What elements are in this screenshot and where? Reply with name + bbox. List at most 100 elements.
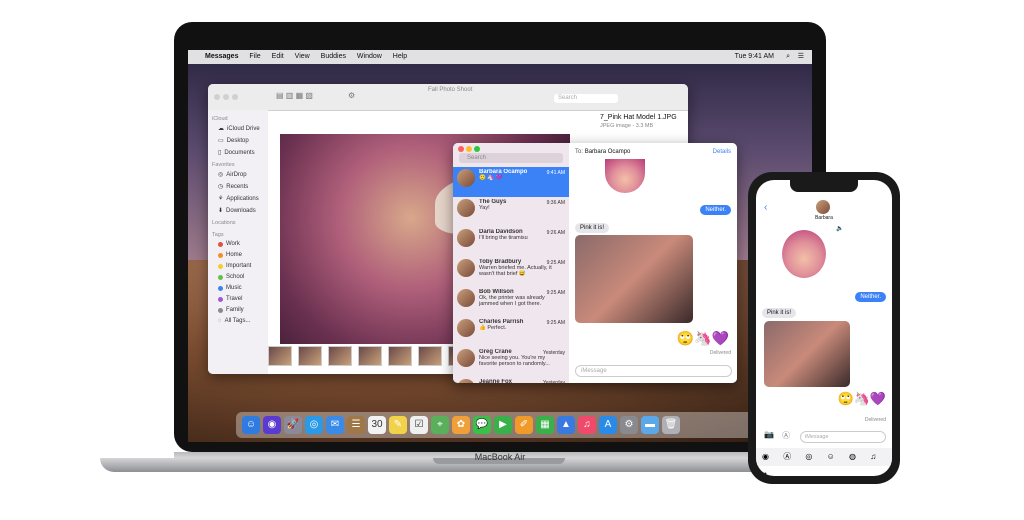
thumbnail[interactable] <box>268 346 292 366</box>
messages-search-input[interactable]: Search <box>459 153 563 163</box>
sidebar-item-applications[interactable]: ⚘ Applications <box>218 195 268 203</box>
app-store-icon[interactable]: Ⓐ <box>782 430 790 441</box>
conversation-row[interactable]: The Guys Yay! 9:36 AM <box>453 197 569 227</box>
conversation-row[interactable]: Toby Bradbury Warren briefed me. Actually… <box>453 257 569 287</box>
calendar-icon[interactable]: 30 <box>368 416 386 434</box>
minimize-button[interactable] <box>466 146 472 152</box>
sidebar-tag-family[interactable]: Family <box>218 307 268 313</box>
conversation-row[interactable]: Greg Crane Nice seeing you. You're my fav… <box>453 347 569 377</box>
mail-icon[interactable]: ✉ <box>326 416 344 434</box>
facetime-icon[interactable]: ▶ <box>494 416 512 434</box>
system-preferences-icon[interactable]: ⚙ <box>620 416 638 434</box>
menu-edit[interactable]: Edit <box>272 53 284 60</box>
messages-icon[interactable]: 💬 <box>473 416 491 434</box>
thumbnail[interactable] <box>298 346 322 366</box>
macbook-label: MacBook Air <box>474 452 526 462</box>
zoom-button[interactable] <box>232 94 238 100</box>
safari-icon[interactable]: ◎ <box>305 416 323 434</box>
zoom-button[interactable] <box>474 146 480 152</box>
avatar <box>457 319 475 337</box>
pages-icon[interactable]: ✐ <box>515 416 533 434</box>
close-button[interactable] <box>458 146 464 152</box>
notification-center-icon[interactable]: ☰ <box>798 50 804 64</box>
action-gear-icon[interactable]: ⚙ <box>348 91 355 100</box>
folder-icon[interactable]: ▬ <box>641 416 659 434</box>
launchpad-icon[interactable]: 🚀 <box>284 416 302 434</box>
menu-file[interactable]: File <box>249 53 260 60</box>
sidebar-tag-important[interactable]: Important <box>218 263 268 269</box>
keynote-icon[interactable]: ▲ <box>557 416 575 434</box>
contacts-icon[interactable]: ☰ <box>347 416 365 434</box>
thumbnail[interactable] <box>358 346 382 366</box>
thumbnail[interactable] <box>388 346 412 366</box>
menu-view[interactable]: View <box>295 53 310 60</box>
sidebar-item-airdrop[interactable]: ◎ AirDrop <box>218 171 268 179</box>
sidebar-tag-music[interactable]: Music <box>218 285 268 291</box>
camera-icon[interactable]: 📷 <box>764 430 774 439</box>
thumbnail[interactable] <box>328 346 352 366</box>
sidebar-item-recents[interactable]: ◷ Recents <box>218 183 268 191</box>
sidebar-item-documents[interactable]: ▯ Documents <box>218 149 268 157</box>
conversation-row[interactable]: Bob Willson Ok, the printer was already j… <box>453 287 569 317</box>
message-input[interactable]: iMessage <box>575 365 732 377</box>
conversation-time: 9:25 AM <box>546 320 565 326</box>
maps-icon[interactable]: ⌖ <box>431 416 449 434</box>
conversation-row[interactable]: Darla Davidson I'll bring the tiramisu 9:2… <box>453 227 569 257</box>
message-input[interactable]: iMessage <box>800 431 886 443</box>
avatar[interactable] <box>816 200 830 214</box>
finder-search-input[interactable]: Search <box>554 94 618 103</box>
app-store-icon[interactable]: A <box>599 416 617 434</box>
to-field: To: Barbara Ocampo <box>575 149 631 155</box>
conversation-row[interactable]: Jeanne FoxEvery meal I've had today has … <box>453 377 569 383</box>
received-bubble: Pink it is! <box>762 308 797 318</box>
trash-icon[interactable]: 🗑 <box>662 416 680 434</box>
menu-help[interactable]: Help <box>393 53 407 60</box>
menu-clock[interactable]: Tue 9:41 AM <box>735 50 774 64</box>
received-photo[interactable] <box>575 235 693 323</box>
conversation-list: Search Barbara Ocampo 🙂 🦄 💜 9:41 AM The Guy… <box>453 143 569 383</box>
minimize-button[interactable] <box>223 94 229 100</box>
sidebar-tag-school[interactable]: School <box>218 274 268 280</box>
sidebar-item-icloud-drive[interactable]: ☁ iCloud Drive <box>218 125 268 133</box>
app-drawer: ◉ Ⓐ ◎ ☺ ◍ ♫ ♥ <box>756 448 892 476</box>
sidebar-item-downloads[interactable]: ⬇ Downloads <box>218 207 268 215</box>
sent-bubble: Neither. <box>855 292 886 302</box>
menu-buddies[interactable]: Buddies <box>321 53 346 60</box>
music-icon[interactable]: ♫ <box>578 416 596 434</box>
close-button[interactable] <box>214 94 220 100</box>
avatar <box>457 349 475 367</box>
photos-icon[interactable]: ✿ <box>452 416 470 434</box>
numbers-icon[interactable]: ▦ <box>536 416 554 434</box>
sent-bubble: Neither. <box>700 205 731 215</box>
back-chevron-icon[interactable]: ‹ <box>764 202 767 213</box>
thumbnail[interactable] <box>418 346 442 366</box>
spotlight-icon[interactable]: ⌕ <box>786 50 790 64</box>
conversation-row[interactable]: Barbara Ocampo 🙂 🦄 💜 9:41 AM <box>453 167 569 197</box>
view-toggle-icon[interactable]: ▤ ▥ ▦ ▧ <box>276 91 313 100</box>
menu-app-name[interactable]: Messages <box>205 53 238 60</box>
received-photo[interactable] <box>764 321 850 387</box>
sidebar-item-desktop[interactable]: ▭ Desktop <box>218 137 268 145</box>
finder-icon[interactable]: ☺ <box>242 416 260 434</box>
sidebar-tag-travel[interactable]: Travel <box>218 296 268 302</box>
reminders-icon[interactable]: ☑ <box>410 416 428 434</box>
avatar <box>457 229 475 247</box>
notes-icon[interactable]: ✎ <box>389 416 407 434</box>
menu-window[interactable]: Window <box>357 53 382 60</box>
sidebar-tag-all[interactable]: ◌ All Tags... <box>218 318 268 324</box>
iphone-screen: ‹ Barbara 🔈 Neither. Pink it is! 🙄🦄💜 Del… <box>756 180 892 476</box>
received-bubble: Pink it is! <box>575 223 610 233</box>
conversation-row[interactable]: Charles Parrish 👍 Perfect. 9:25 AM <box>453 317 569 347</box>
emoji-reply: 🙄🦄💜 <box>676 330 729 346</box>
chat-panel: To: Barbara Ocampo Details Neither. Pink… <box>569 143 737 383</box>
sidebar-tag-home[interactable]: Home <box>218 252 268 258</box>
sidebar-tag-work[interactable]: Work <box>218 241 268 247</box>
details-button[interactable]: Details <box>713 149 731 155</box>
sound-icon: 🔈 <box>836 226 844 232</box>
iphone-notch <box>790 180 858 192</box>
conversation-time: 9:25 AM <box>546 260 565 266</box>
siri-icon[interactable]: ◉ <box>263 416 281 434</box>
file-name: 7_Pink Hat Model 1.JPG <box>600 114 677 121</box>
contact-name[interactable]: Barbara <box>796 215 852 221</box>
sidebar-header-locations: Locations <box>212 220 236 226</box>
